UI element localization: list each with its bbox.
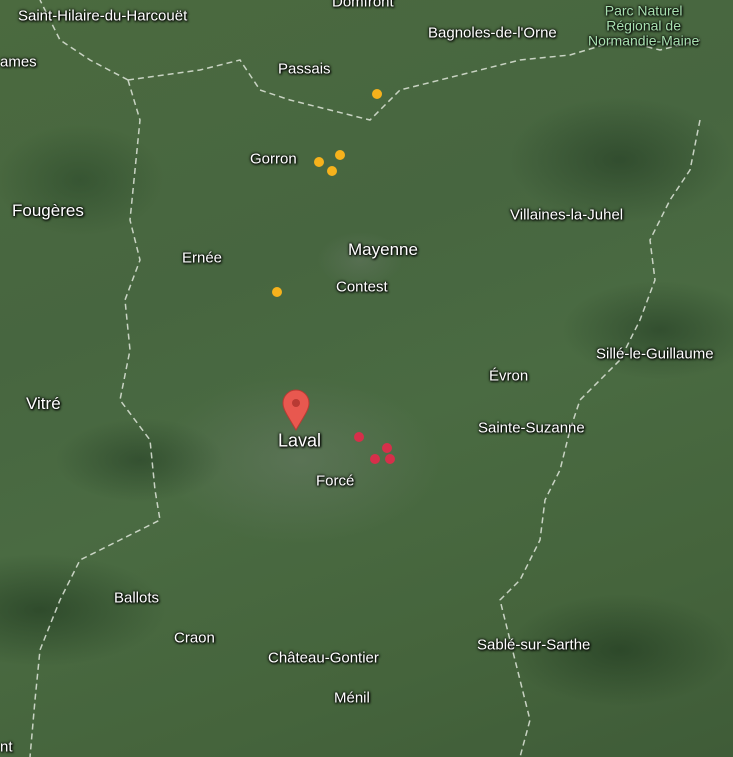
label-gorron: Gorron [250, 150, 297, 168]
label-craon: Craon [174, 629, 215, 647]
orange-marker[interactable] [327, 166, 337, 176]
park-line-1: Parc Naturel [604, 2, 683, 19]
red-marker[interactable] [385, 454, 395, 464]
red-marker[interactable] [382, 443, 392, 453]
label-ernee: Ernée [182, 249, 223, 267]
border-west [29, 79, 161, 757]
label-sable: Sablé-sur-Sarthe [477, 636, 591, 654]
red-marker[interactable] [354, 432, 364, 442]
label-sainte-suzanne: Sainte-Suzanne [478, 419, 585, 437]
label-chateau-gontier: Château-Gontier [268, 649, 379, 667]
satellite-map[interactable]: Saint-Hilaire-du-Harcouët Domfront Bagno… [0, 0, 733, 757]
border-north [127, 39, 701, 121]
label-force: Forcé [316, 472, 355, 490]
label-bagnoles: Bagnoles-de-l'Orne [428, 24, 557, 42]
orange-marker[interactable] [335, 150, 345, 160]
label-edge-nt: nt [0, 738, 13, 756]
label-park: Parc Naturel Régional de Normandie-Maine [588, 2, 700, 49]
label-evron: Évron [489, 367, 529, 385]
label-mayenne: Mayenne [348, 240, 418, 259]
orange-marker[interactable] [272, 287, 282, 297]
label-saint-hilaire: Saint-Hilaire-du-Harcouët [18, 7, 188, 25]
label-james: ames [0, 53, 37, 71]
label-laval: Laval [278, 430, 322, 451]
label-fougeres: Fougères [12, 201, 84, 220]
red-marker[interactable] [370, 454, 380, 464]
park-line-2: Régional de [606, 17, 681, 34]
label-sille: Sillé-le-Guillaume [596, 345, 714, 363]
label-domfront: Domfront [332, 0, 394, 11]
department-borders [29, 0, 701, 757]
park-line-3: Normandie-Maine [588, 32, 700, 49]
label-passais: Passais [278, 60, 331, 78]
label-menil: Ménil [334, 689, 370, 707]
label-vitre: Vitré [26, 394, 61, 413]
orange-marker[interactable] [372, 89, 382, 99]
label-contest: Contest [336, 278, 388, 296]
label-villaines: Villaines-la-Juhel [510, 206, 624, 224]
label-ballots: Ballots [114, 589, 160, 607]
orange-marker[interactable] [314, 157, 324, 167]
